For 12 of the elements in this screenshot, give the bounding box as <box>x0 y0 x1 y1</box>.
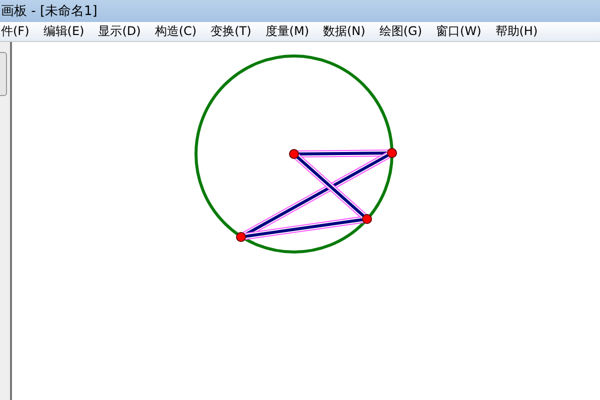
menu-item[interactable]: 帮助(H) <box>495 23 538 40</box>
menu-item[interactable]: 构造(C) <box>154 23 197 40</box>
menu-item[interactable]: 显示(D) <box>98 23 141 40</box>
menu-item[interactable]: 件(F) <box>1 23 30 40</box>
menu-item[interactable]: 度量(M) <box>265 23 309 40</box>
menu-item[interactable]: 编辑(E) <box>43 23 84 40</box>
segment-drawing[interactable] <box>236 148 397 242</box>
menu-item[interactable]: 绘图(G) <box>379 23 422 40</box>
menu-item[interactable]: 变换(T) <box>210 23 252 40</box>
window-title: 画板 - [未命名1] <box>1 3 98 20</box>
menu-item[interactable]: 数据(N) <box>323 23 366 40</box>
menu-item[interactable]: 窗口(W) <box>436 23 482 40</box>
